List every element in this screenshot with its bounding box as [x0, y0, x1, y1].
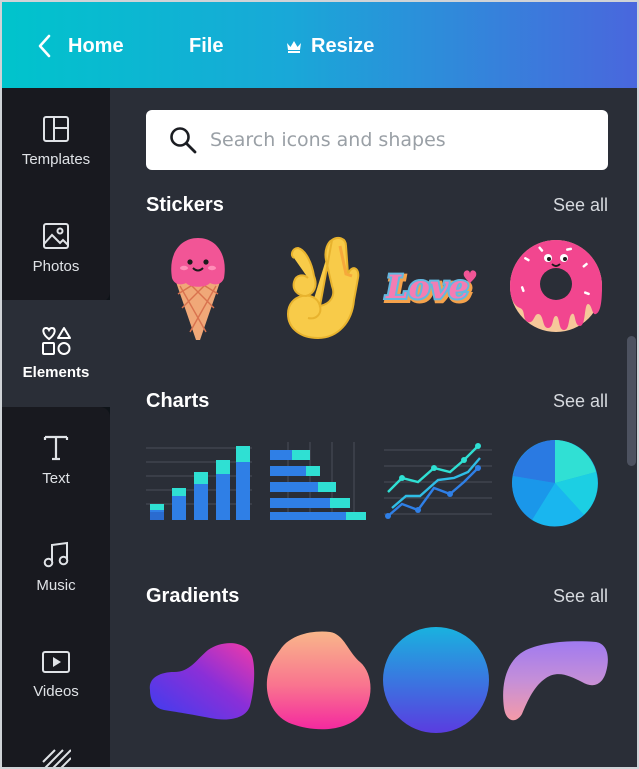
home-label: Home [68, 34, 124, 57]
svg-text:Love: Love [385, 268, 469, 306]
sidebar-item-background[interactable] [2, 728, 110, 767]
stickers-see-all-link[interactable]: See all [553, 195, 608, 216]
gradient-blob-1[interactable] [146, 638, 256, 722]
love-text-sticker[interactable]: Love Love Love [382, 258, 492, 318]
sidebar-item-label: Text [42, 470, 70, 487]
home-button[interactable]: Home [36, 32, 124, 60]
pie-chart-thumb[interactable] [510, 438, 600, 528]
charts-see-all-link[interactable]: See all [553, 391, 608, 412]
panel-scrollbar[interactable] [627, 336, 636, 466]
crown-icon [287, 41, 301, 53]
chevron-left-icon [38, 34, 51, 58]
resize-button[interactable]: Resize [285, 32, 374, 60]
charts-title: Charts [146, 390, 210, 412]
music-icon [43, 541, 69, 568]
top-bar: Home File Resize [2, 2, 637, 88]
search-icon [170, 127, 197, 154]
gradients-title: Gradients [146, 585, 240, 607]
sidebar-item-music[interactable]: Music [2, 514, 110, 621]
videos-icon [42, 651, 70, 673]
elements-icon [42, 326, 71, 355]
sidebar: Templates Photos Elements Text Music Vid… [2, 88, 110, 767]
ice-cream-sticker[interactable] [166, 234, 230, 342]
gradient-blob-2[interactable] [264, 628, 374, 732]
bar-chart-thumb[interactable] [146, 442, 252, 522]
gradients-see-all-link[interactable]: See all [553, 586, 608, 607]
gradient-blob-3[interactable] [500, 638, 610, 722]
photos-icon [43, 223, 69, 249]
stickers-title: Stickers [146, 194, 224, 216]
sidebar-item-text[interactable]: Text [2, 407, 110, 514]
templates-icon [43, 116, 69, 142]
ok-hand-sticker[interactable] [280, 234, 362, 342]
horizontal-bar-chart-thumb[interactable] [268, 442, 368, 522]
sidebar-item-elements[interactable]: Elements [2, 300, 110, 407]
elements-panel: Stickers See all Love Love Love [110, 88, 637, 767]
sidebar-item-label: Videos [33, 683, 79, 700]
search-box[interactable] [146, 110, 608, 170]
line-chart-thumb[interactable] [384, 442, 492, 522]
file-label: File [189, 34, 224, 57]
donut-sticker[interactable] [504, 234, 608, 338]
sidebar-item-label: Music [36, 577, 76, 594]
search-input[interactable] [210, 129, 590, 151]
gradient-circle[interactable] [382, 626, 490, 734]
app-window: Home File Resize Templates Photos Elemen… [0, 0, 639, 769]
background-pattern-icon [42, 749, 71, 767]
sidebar-item-label: Photos [32, 258, 80, 275]
sidebar-item-label: Elements [22, 364, 90, 381]
sidebar-item-templates[interactable]: Templates [2, 88, 110, 195]
sidebar-item-photos[interactable]: Photos [2, 195, 110, 302]
sidebar-item-videos[interactable]: Videos [2, 621, 110, 728]
sidebar-item-label: Templates [21, 151, 91, 168]
text-icon [43, 435, 69, 461]
resize-label: Resize [311, 34, 375, 57]
file-menu-button[interactable]: File [189, 32, 223, 60]
